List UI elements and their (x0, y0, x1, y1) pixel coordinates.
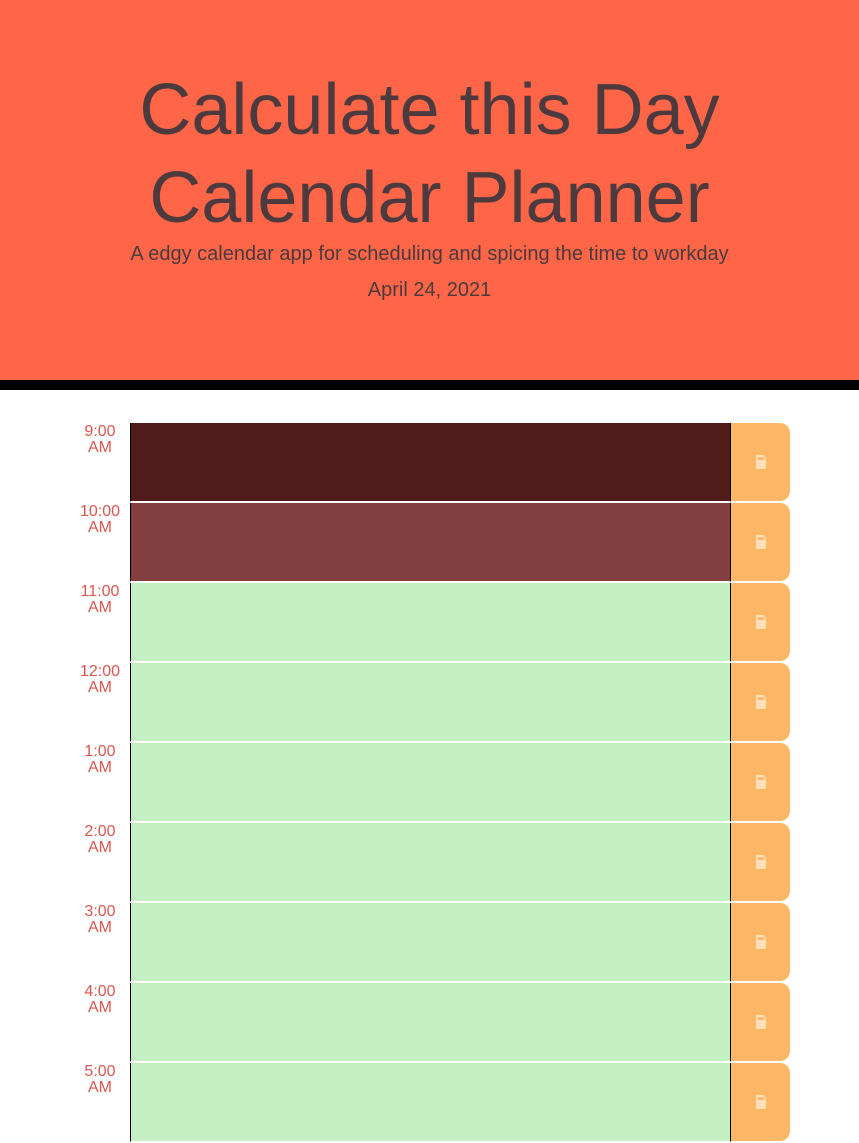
save-icon (755, 615, 766, 629)
hour-time: 3:00 (84, 903, 116, 920)
hour-ampm: AM (88, 599, 112, 616)
hour-label: 1:00 AM (70, 743, 130, 823)
time-block: 12:00 AM (0, 663, 859, 743)
event-description-past[interactable] (130, 423, 731, 502)
hour-ampm: AM (88, 999, 112, 1016)
time-block: 11:00 AM (0, 583, 859, 663)
hour-time: 2:00 (84, 823, 116, 840)
save-icon (755, 695, 766, 709)
hour-ampm: AM (88, 919, 112, 936)
hour-ampm: AM (88, 679, 112, 696)
hour-label: 2:00 AM (70, 823, 130, 903)
hour-label: 9:00 AM (70, 423, 130, 503)
save-button[interactable] (731, 503, 790, 581)
title-line-2: Calendar Planner (149, 158, 710, 238)
event-description-future[interactable] (130, 903, 731, 982)
hour-time: 11:00 (80, 583, 120, 600)
current-day: April 24, 2021 (367, 279, 492, 301)
event-description-present[interactable] (130, 503, 731, 582)
save-icon (755, 935, 766, 949)
save-icon (755, 455, 766, 469)
save-icon (755, 855, 766, 869)
event-description-future[interactable] (130, 983, 731, 1062)
hour-ampm: AM (88, 1079, 112, 1096)
hour-time: 9:00 (84, 423, 116, 440)
time-block: 9:00 AM (0, 423, 859, 503)
save-button[interactable] (731, 583, 790, 661)
time-block: 10:00 AM (0, 503, 859, 583)
page-title: Calculate this Day Calendar Planner (0, 66, 859, 242)
save-button[interactable] (731, 663, 790, 741)
page-subtitle: A edgy calendar app for scheduling and s… (130, 243, 729, 265)
hour-time: 5:00 (84, 1063, 116, 1080)
event-description-future[interactable] (130, 1063, 731, 1142)
save-icon (755, 1015, 766, 1029)
hour-ampm: AM (88, 439, 112, 456)
save-button[interactable] (731, 423, 790, 501)
hour-ampm: AM (88, 839, 112, 856)
hour-label: 11:00 AM (70, 583, 130, 663)
hour-time: 10:00 (79, 503, 121, 520)
save-button[interactable] (731, 823, 790, 901)
hour-ampm: AM (88, 519, 112, 536)
hour-label: 3:00 AM (70, 903, 130, 983)
event-description-future[interactable] (130, 823, 731, 902)
hour-time: 4:00 (84, 983, 116, 1000)
save-button[interactable] (731, 1063, 790, 1141)
header: Calculate this Day Calendar Planner A ed… (0, 0, 859, 390)
time-block: 1:00 AM (0, 743, 859, 823)
hour-time: 12:00 (79, 663, 121, 680)
event-description-future[interactable] (130, 663, 731, 742)
time-block: 3:00 AM (0, 903, 859, 983)
save-button[interactable] (731, 743, 790, 821)
hour-label: 12:00 AM (70, 663, 130, 743)
hour-label: 4:00 AM (70, 983, 130, 1063)
save-icon (755, 1095, 766, 1109)
time-block: 2:00 AM (0, 823, 859, 903)
time-block-container: 9:00 AM 10:00 AM 11:00 AM 12:00 AM 1:00 AM 2:00 AM 3… (0, 423, 859, 1143)
title-line-1: Calculate this Day (139, 70, 720, 150)
hour-label: 5:00 AM (70, 1063, 130, 1143)
event-description-future[interactable] (130, 583, 731, 662)
save-button[interactable] (731, 903, 790, 981)
hour-ampm: AM (88, 759, 112, 776)
time-block: 4:00 AM (0, 983, 859, 1063)
save-button[interactable] (731, 983, 790, 1061)
event-description-future[interactable] (130, 743, 731, 822)
hour-time: 1:00 (84, 743, 116, 760)
save-icon (755, 775, 766, 789)
hour-label: 10:00 AM (70, 503, 130, 583)
save-icon (755, 535, 766, 549)
time-block: 5:00 AM (0, 1063, 859, 1143)
